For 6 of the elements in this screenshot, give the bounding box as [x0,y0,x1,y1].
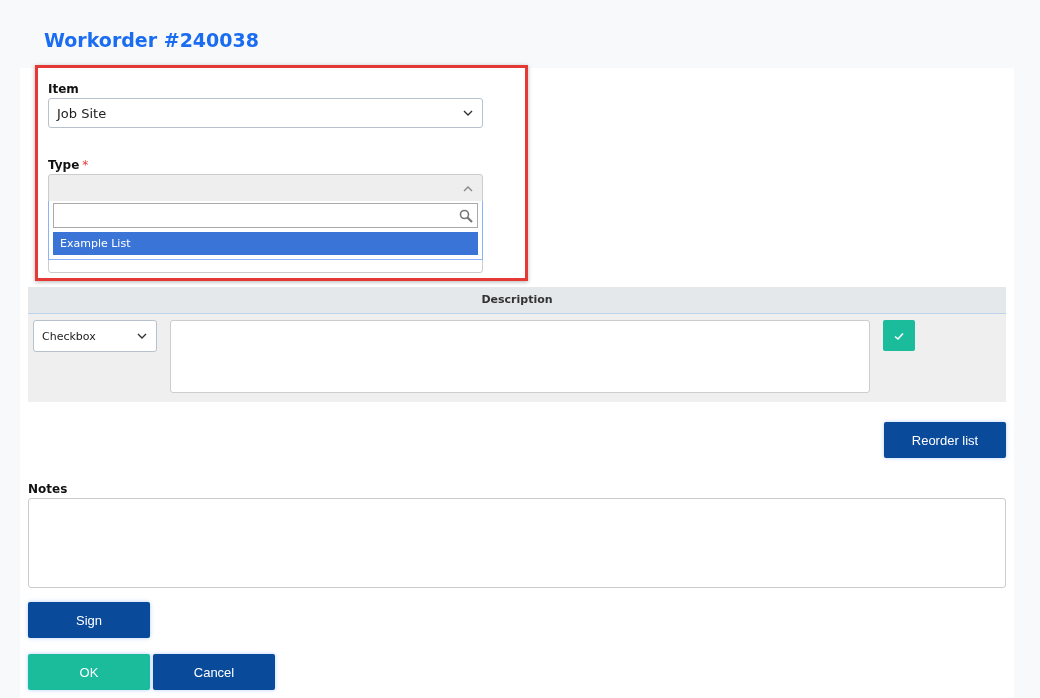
page-title: Workorder #240038 [43,28,260,53]
required-marker: * [82,158,89,172]
field-label: Type [48,157,80,173]
field-label: Item [48,81,79,97]
field-label: Notes [28,481,68,497]
column-header: Description [28,287,1006,314]
